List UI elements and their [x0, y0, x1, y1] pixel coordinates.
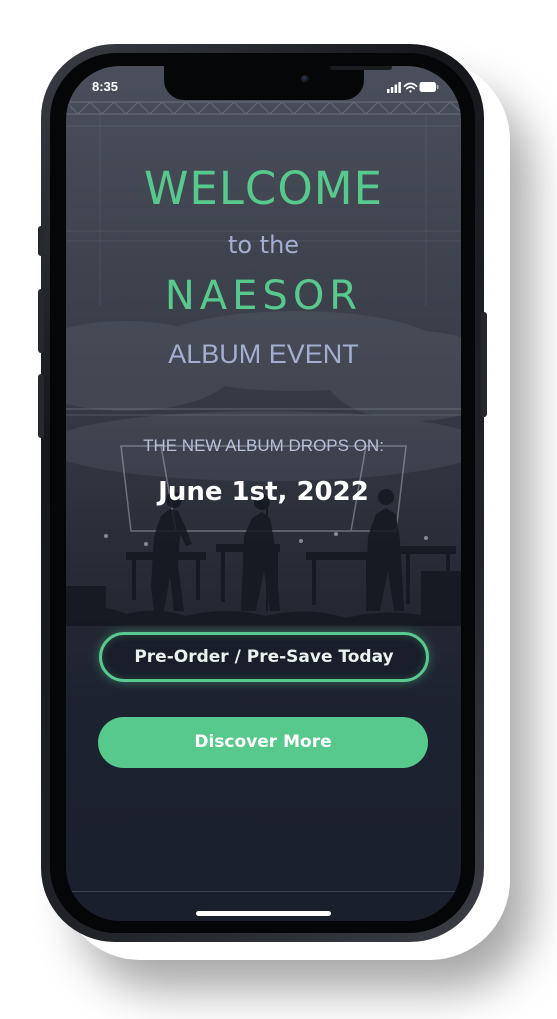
- volume-down-button: [38, 374, 44, 438]
- front-camera: [301, 75, 309, 83]
- band-silhouettes: [66, 489, 461, 626]
- home-indicator[interactable]: [196, 911, 331, 916]
- bottom-divider: [66, 891, 461, 892]
- phone-screen: 8:35 WELCOME to the NAESOR ALBUM EVENT T…: [66, 66, 461, 921]
- brand-wordmark: NAESOR: [164, 273, 363, 319]
- battery-icon: [419, 82, 439, 92]
- drop-date-label: THE NEW ALBUM DROPS ON:: [143, 436, 384, 455]
- notch: [164, 66, 392, 100]
- album-event-heading: ALBUM EVENT: [168, 339, 359, 369]
- preorder-button[interactable]: Pre-Order / Pre-Save Today: [99, 632, 429, 682]
- wifi-icon: [403, 82, 418, 93]
- discover-more-button[interactable]: Discover More: [98, 717, 428, 768]
- welcome-heading: WELCOME: [143, 162, 384, 215]
- drop-date-value: June 1st, 2022: [158, 477, 369, 507]
- volume-up-button: [38, 289, 44, 353]
- earpiece-speaker: [330, 66, 392, 70]
- status-time: 8:35: [92, 79, 119, 94]
- power-button: [481, 312, 487, 417]
- to-the-subheading: to the: [227, 231, 300, 259]
- status-icons: [387, 82, 439, 93]
- cellular-signal-icon: [387, 82, 401, 93]
- mute-switch: [38, 226, 44, 256]
